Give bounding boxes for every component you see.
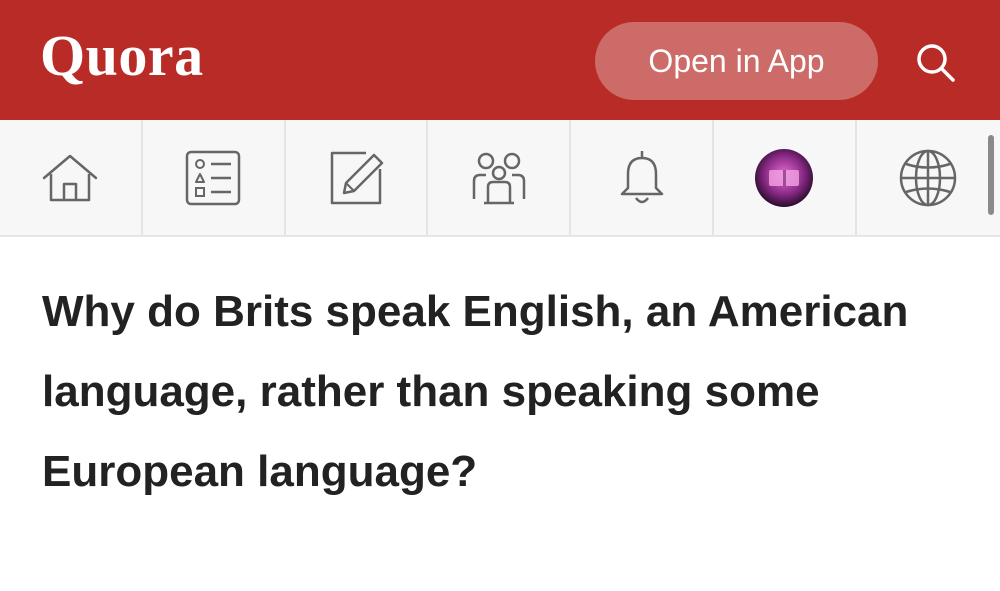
question-title[interactable]: Why do Brits speak English, an American … — [42, 272, 942, 512]
search-icon — [917, 44, 955, 82]
profile-avatar — [755, 148, 814, 207]
nav-item-notifications[interactable] — [571, 120, 714, 235]
nav-item-answer[interactable] — [143, 120, 286, 235]
home-icon — [43, 154, 98, 201]
bell-icon — [620, 150, 663, 203]
open-in-app-button[interactable]: Open in App — [595, 22, 878, 100]
nav-item-home[interactable] — [0, 120, 143, 235]
app-header: Quora Open in App — [0, 0, 1000, 120]
nav-bar — [0, 120, 1000, 237]
nav-item-spaces[interactable] — [428, 120, 572, 235]
globe-icon — [899, 149, 957, 206]
write-icon — [330, 151, 384, 204]
answer-list-icon — [185, 150, 241, 205]
scrollbar[interactable] — [988, 135, 994, 215]
nav-item-profile[interactable] — [714, 120, 857, 235]
nav-item-languages[interactable] — [857, 120, 1000, 235]
nav-item-write[interactable] — [286, 120, 429, 235]
quora-logo[interactable]: Quora — [40, 22, 204, 89]
spaces-icon — [472, 152, 526, 204]
search-button[interactable] — [905, 34, 965, 90]
